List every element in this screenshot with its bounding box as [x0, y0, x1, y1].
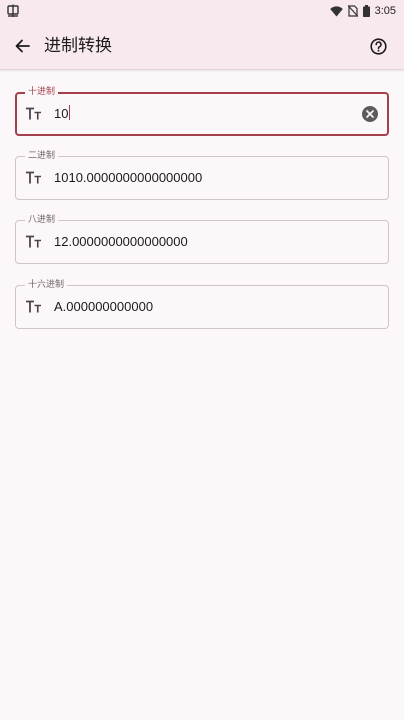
decimal-input-text: 10: [54, 106, 69, 121]
status-bar: 3:05: [0, 0, 404, 22]
text-size-icon: [25, 105, 43, 123]
back-button[interactable]: [10, 34, 34, 58]
status-right: 3:05: [329, 5, 396, 17]
binary-input[interactable]: 1010.0000000000000000: [54, 168, 202, 188]
help-button[interactable]: [366, 34, 390, 58]
no-sim-icon: [347, 5, 358, 17]
binary-field[interactable]: 二进制 1010.0000000000000000: [15, 150, 389, 200]
help-icon: [369, 37, 387, 55]
page-title: 进制转换: [44, 36, 112, 56]
decimal-input[interactable]: 10: [54, 104, 71, 124]
text-caret: [69, 105, 71, 120]
binary-field-label: 二进制: [25, 150, 59, 162]
app-bar: 进制转换: [0, 22, 404, 70]
text-size-icon: [25, 233, 43, 251]
app-notification-icon: [7, 4, 19, 17]
status-time: 3:05: [374, 5, 396, 17]
hexadecimal-field-label: 十六进制: [25, 279, 68, 291]
hexadecimal-input[interactable]: A.000000000000: [54, 297, 153, 317]
status-left: [6, 4, 20, 18]
text-size-icon: [25, 298, 43, 316]
octal-field[interactable]: 八进制 12.0000000000000000: [15, 214, 389, 264]
decimal-field[interactable]: 十进制 10: [15, 86, 389, 136]
octal-input[interactable]: 12.0000000000000000: [54, 232, 188, 252]
back-arrow-icon: [15, 39, 30, 53]
text-size-icon: [25, 169, 43, 187]
clear-icon: [362, 106, 378, 122]
battery-icon: [362, 5, 370, 17]
wifi-icon: [329, 5, 343, 16]
clear-button[interactable]: [361, 105, 379, 123]
decimal-field-label: 十进制: [25, 86, 59, 98]
hexadecimal-field[interactable]: 十六进制 A.000000000000: [15, 279, 389, 329]
octal-field-label: 八进制: [25, 214, 59, 226]
